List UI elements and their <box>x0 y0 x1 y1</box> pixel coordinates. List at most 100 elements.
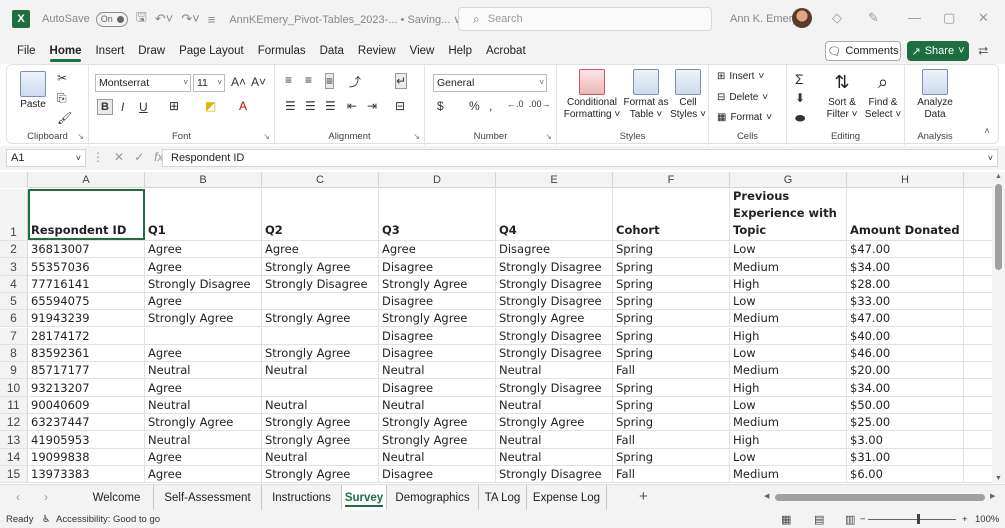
align-top-icon[interactable]: ≡ <box>285 73 292 87</box>
cell[interactable]: High <box>730 379 847 396</box>
tab-review[interactable]: Review <box>351 38 403 64</box>
header-cell[interactable]: Q1 <box>145 189 262 240</box>
page-layout-view-icon[interactable]: ▤ <box>814 513 824 526</box>
scroll-down-icon[interactable]: ▼ <box>995 475 1002 482</box>
vertical-scroll-thumb[interactable] <box>995 184 1002 270</box>
header-cell[interactable]: Amount Donated <box>847 189 964 240</box>
number-format-select[interactable]: General ˅ <box>433 74 547 92</box>
header-cell[interactable]: Previous Experience with Topic <box>730 189 847 240</box>
cell-styles-button[interactable]: Cell Styles ˅ <box>669 69 707 121</box>
cell[interactable]: Agree <box>145 448 262 465</box>
cell[interactable]: Neutral <box>262 362 379 379</box>
row-header[interactable]: 4 <box>0 275 28 292</box>
cell[interactable]: 63237447 <box>28 414 145 431</box>
cell[interactable]: Strongly Disagree <box>496 275 613 292</box>
cell[interactable]: $6.00 <box>847 465 964 483</box>
cell[interactable]: $34.00 <box>847 258 964 275</box>
format-as-table-button[interactable]: Format as Table ˅ <box>623 69 669 121</box>
share-button[interactable]: ↗ Share ˅ <box>907 41 969 61</box>
row-header[interactable]: 13 <box>0 431 28 448</box>
header-cell[interactable]: Cohort <box>613 189 730 240</box>
find-select-button[interactable]: ⌕ Find & Select ˅ <box>863 69 903 121</box>
cell[interactable]: $25.00 <box>847 414 964 431</box>
scroll-up-icon[interactable]: ▲ <box>995 173 1002 180</box>
normal-view-icon[interactable]: ▦ <box>781 513 791 526</box>
cell[interactable]: 91943239 <box>28 310 145 327</box>
cell[interactable]: Strongly Agree <box>379 431 496 448</box>
header-cell[interactable]: Q3 <box>379 189 496 240</box>
cell[interactable]: Strongly Disagree <box>496 327 613 344</box>
shrink-font-icon[interactable]: A˅ <box>251 75 266 89</box>
vertical-scrollbar[interactable]: ▲ ▼ <box>992 172 1005 483</box>
italic-icon[interactable]: I <box>121 100 124 114</box>
increase-indent-icon[interactable]: ⇥ <box>367 99 377 113</box>
document-title[interactable]: AnnKEmery_Pivot-Tables_2023-... • Saving… <box>229 13 461 26</box>
cell[interactable]: Spring <box>613 275 730 292</box>
autosum-icon[interactable]: Σ <box>795 71 804 87</box>
merge-center-icon[interactable]: ⊟ <box>395 99 405 113</box>
cell[interactable]: Neutral <box>496 448 613 465</box>
sort-filter-button[interactable]: ⇅ Sort & Filter ˅ <box>823 69 861 121</box>
tab-data[interactable]: Data <box>313 38 351 64</box>
cell[interactable]: Medium <box>730 362 847 379</box>
row-header[interactable]: 6 <box>0 310 28 327</box>
conditional-formatting-button[interactable]: Conditional Formatting ˅ <box>561 69 623 121</box>
cell[interactable]: Disagree <box>379 465 496 483</box>
header-cell[interactable]: Respondent ID <box>28 189 145 240</box>
cell[interactable] <box>262 379 379 396</box>
cell[interactable]: Neutral <box>262 396 379 413</box>
cell[interactable]: Spring <box>613 344 730 362</box>
more-options-icon[interactable]: ⮂ <box>978 43 988 59</box>
cell[interactable]: Strongly Agree <box>262 431 379 448</box>
row-header[interactable]: 15 <box>0 465 28 483</box>
cell[interactable]: Strongly Agree <box>262 465 379 483</box>
underline-icon[interactable]: U <box>139 100 148 114</box>
sheet-tab-self-assessment[interactable]: Self-Assessment <box>154 485 262 510</box>
cell[interactable]: Medium <box>730 310 847 327</box>
formula-input[interactable]: Respondent ID ˅ <box>162 149 998 167</box>
column-header[interactable]: H <box>847 172 964 188</box>
more-icon[interactable]: ⋮ <box>92 150 104 164</box>
wrap-text-icon[interactable]: ↵ <box>395 73 408 89</box>
tab-home[interactable]: Home <box>43 38 89 64</box>
align-right-icon[interactable]: ☰ <box>325 99 336 113</box>
accessibility-icon[interactable]: ♿ <box>42 514 51 525</box>
font-color-icon[interactable]: A <box>239 99 247 113</box>
cell[interactable]: Medium <box>730 414 847 431</box>
cell[interactable]: Agree <box>145 241 262 258</box>
borders-icon[interactable]: ⊞ <box>169 99 179 113</box>
cell[interactable]: Disagree <box>379 327 496 344</box>
cell[interactable]: $40.00 <box>847 327 964 344</box>
currency-icon[interactable]: $ <box>437 99 444 113</box>
cell[interactable]: Agree <box>145 344 262 362</box>
fill-icon[interactable]: ⬇ <box>795 91 805 105</box>
scroll-left-icon[interactable]: ◀ <box>764 492 769 500</box>
zoom-level[interactable]: 100% <box>975 514 999 525</box>
cell[interactable]: Fall <box>613 362 730 379</box>
cell[interactable]: $47.00 <box>847 310 964 327</box>
redo-icon[interactable]: ↷˅ <box>181 11 199 27</box>
analyze-data-button[interactable]: Analyze Data <box>911 69 959 121</box>
align-middle-icon[interactable]: ≡ <box>305 73 312 87</box>
bold-icon[interactable]: B <box>97 99 113 115</box>
cell[interactable]: Strongly Agree <box>262 310 379 327</box>
cell[interactable]: Medium <box>730 258 847 275</box>
sheet-tab-expense-log[interactable]: Expense Log <box>527 485 607 510</box>
cell[interactable]: Strongly Agree <box>379 310 496 327</box>
fill-color-icon[interactable]: ◩ <box>205 99 216 113</box>
collapse-ribbon-icon[interactable]: ˄ <box>984 126 990 137</box>
enter-icon[interactable]: ✓ <box>134 150 144 164</box>
cell[interactable]: 28174172 <box>28 327 145 344</box>
percent-icon[interactable]: % <box>469 99 480 113</box>
cell[interactable]: Spring <box>613 310 730 327</box>
column-header[interactable]: G <box>730 172 847 188</box>
cell[interactable]: High <box>730 431 847 448</box>
copy-icon[interactable]: ⎘ <box>57 91 67 106</box>
cell[interactable]: Medium <box>730 465 847 483</box>
tab-draw[interactable]: Draw <box>131 38 172 64</box>
cell[interactable]: Strongly Disagree <box>496 379 613 396</box>
cell[interactable]: Agree <box>379 241 496 258</box>
comments-button[interactable]: 🗨 Comments <box>825 41 901 61</box>
cell[interactable]: Strongly Agree <box>262 414 379 431</box>
dialog-launcher-icon[interactable]: ↘ <box>77 132 84 141</box>
